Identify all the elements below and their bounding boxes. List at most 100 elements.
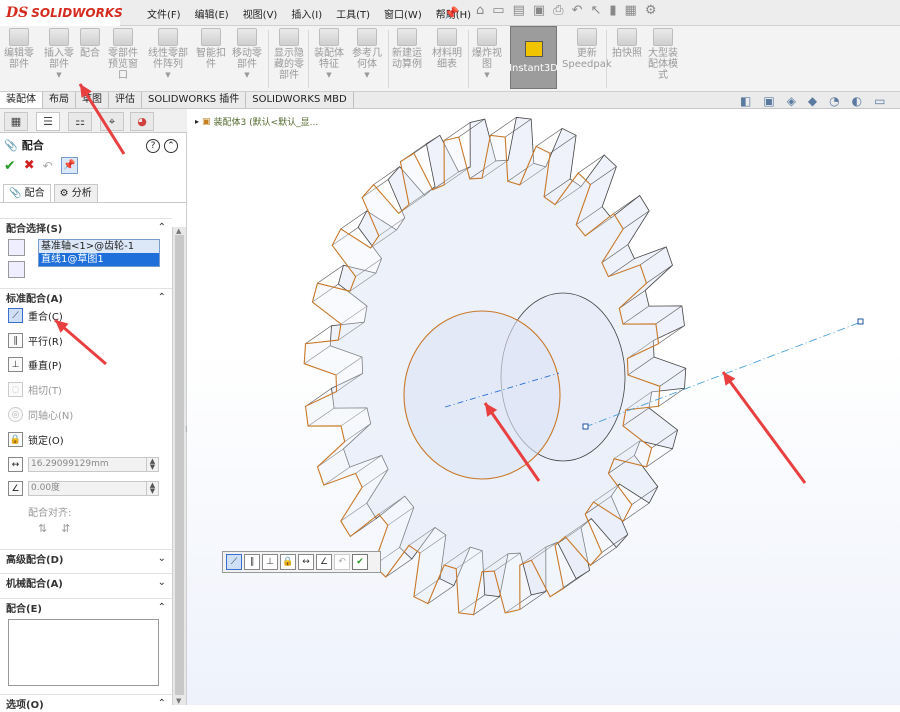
scroll-up-icon[interactable]: ▲ (176, 227, 181, 235)
mates-list-header[interactable]: 配合(E) ⌃ (0, 598, 172, 616)
menu-insert[interactable]: 插入(I) (284, 6, 329, 21)
tab-analysis[interactable]: ⚙ 分析 (53, 184, 98, 202)
feature-manager-tab[interactable]: ▦ (4, 112, 28, 131)
check-icon[interactable]: ✔ (352, 554, 368, 570)
lock-mate[interactable]: 🔒 锁定(O) (8, 432, 64, 447)
assembly-features-button[interactable]: 装配体 特征 ▼ (314, 28, 344, 81)
tab-addins[interactable]: SOLIDWORKS 插件 (142, 92, 247, 108)
menu-window[interactable]: 窗口(W) (377, 6, 429, 21)
mate-button[interactable]: 配合 (80, 28, 100, 59)
dropdown-arrow-icon[interactable]: ▼ (165, 70, 170, 81)
hide-show-icon[interactable]: ◆ (808, 94, 817, 108)
dropdown-arrow-icon[interactable]: ▼ (484, 70, 489, 81)
save-icon[interactable]: ▣ (533, 3, 545, 18)
appearance-icon[interactable]: ◔ (829, 94, 839, 108)
section-view-icon[interactable]: ▣ (763, 94, 774, 108)
take-snapshot-button[interactable]: 拍快照 (612, 28, 642, 59)
new-file-icon[interactable]: ▭ (492, 3, 504, 18)
mate-selections-header[interactable]: 配合选择(S) ⌃ (0, 218, 172, 236)
lock-icon[interactable]: 🔒 (280, 554, 296, 570)
aligned-icon[interactable]: ⇅ (38, 522, 47, 535)
undo-icon[interactable]: ↶ (572, 3, 583, 18)
tab-layout[interactable]: 布局 (43, 92, 76, 108)
tab-evaluate[interactable]: 评估 (109, 92, 142, 108)
spinner-arrows-icon[interactable]: ▲ ▼ (146, 482, 158, 495)
mates-list-box[interactable] (8, 619, 159, 686)
view-settings-icon[interactable]: ▭ (874, 94, 885, 108)
dropdown-arrow-icon[interactable]: ▼ (326, 70, 331, 81)
distance-icon[interactable]: ↔ (298, 554, 314, 570)
perpendicular-icon[interactable]: ⊥ (262, 554, 278, 570)
dropdown-arrow-icon[interactable]: ▼ (56, 70, 61, 81)
show-hidden-components-button[interactable]: 显示隐 藏的零 部件 (274, 28, 304, 81)
home-icon[interactable]: ⌂ (476, 3, 484, 18)
panel-scrollbar[interactable]: ▲ ▼ (172, 227, 186, 705)
view-orientation-icon[interactable]: ◧ (740, 94, 751, 108)
solidworks-logo[interactable]: DS SOLIDWORKS (0, 0, 123, 26)
angle-input[interactable]: 0.00度 ▲ ▼ (28, 481, 159, 496)
edit-component-button[interactable]: 编辑零 部件 (4, 28, 34, 70)
concentric-mate[interactable]: ◎ 同轴心(N) (8, 407, 73, 422)
reference-geometry-button[interactable]: 参考几 何体 ▼ (352, 28, 382, 81)
scene-icon[interactable]: ◐ (852, 94, 862, 108)
angle-icon[interactable]: ∠ (316, 554, 332, 570)
anti-aligned-icon[interactable]: ⇵ (61, 522, 70, 535)
angle-icon[interactable]: ∠ (8, 481, 23, 496)
coincident-mate[interactable]: ⟋ 重合(C) (8, 308, 63, 323)
distance-input[interactable]: 16.29099129mm ▲ ▼ (28, 457, 159, 472)
coincident-icon[interactable]: ⟋ (226, 554, 242, 570)
bill-of-materials-button[interactable]: 材料明 细表 (432, 28, 462, 70)
update-speedpak-button[interactable]: 更新 Speedpak (562, 28, 612, 70)
insert-component-button[interactable]: 插入零 部件 ▼ (44, 28, 74, 81)
parallel-icon[interactable]: ∥ (244, 554, 260, 570)
dropdown-arrow-icon[interactable]: ▼ (364, 70, 369, 81)
file-properties-icon[interactable]: ▦ (625, 3, 637, 18)
mate-selections-list[interactable]: 基准轴<1>@齿轮-1 直线1@草图1 (38, 239, 160, 267)
smart-fasteners-button[interactable]: 智能扣 件 (196, 28, 226, 70)
menu-tools[interactable]: 工具(T) (329, 6, 377, 21)
tangent-mate[interactable]: ◌ 相切(T) (8, 382, 62, 397)
dropdown-arrow-icon[interactable]: ▼ (244, 70, 249, 81)
rebuild-icon[interactable]: ▮ (609, 3, 616, 18)
dimxpert-tab[interactable]: ⌖ (100, 112, 124, 131)
selection-item[interactable]: 直线1@草图1 (39, 253, 159, 266)
perpendicular-mate[interactable]: ⊥ 垂直(P) (8, 357, 62, 372)
mechanical-mates-header[interactable]: 机械配合(A) ⌄ (0, 573, 172, 591)
tab-assembly[interactable]: 装配体 (0, 92, 43, 108)
spinner-arrows-icon[interactable]: ▲ ▼ (146, 458, 158, 471)
tab-mbd[interactable]: SOLIDWORKS MBD (246, 92, 354, 108)
instant3d-button[interactable]: Instant3D (509, 26, 558, 89)
linear-pattern-button[interactable]: 线性零部 件阵列 ▼ (148, 28, 188, 81)
tab-sketch[interactable]: 草图 (76, 92, 109, 108)
gear-model[interactable] (187, 109, 900, 705)
pushpin-icon[interactable]: 📌 (60, 157, 78, 174)
help-icon[interactable]: ? (146, 139, 160, 153)
menu-file[interactable]: 文件(F) (140, 6, 188, 21)
display-style-icon[interactable]: ◈ (787, 94, 796, 108)
multiple-mate-icon[interactable] (8, 261, 25, 278)
new-motion-study-button[interactable]: 新建运 动算例 (392, 28, 422, 70)
check-icon[interactable]: ✔ (4, 158, 16, 174)
menu-edit[interactable]: 编辑(E) (188, 6, 236, 21)
parallel-mate[interactable]: ∥ 平行(R) (8, 333, 63, 348)
scroll-down-icon[interactable]: ▼ (176, 697, 181, 705)
advanced-mates-header[interactable]: 高级配合(D) ⌄ (0, 549, 172, 567)
configuration-manager-tab[interactable]: ⚏ (68, 112, 92, 131)
undo-icon[interactable]: ↶ (43, 159, 53, 173)
tab-mates[interactable]: 📎 配合 (3, 184, 51, 202)
select-icon[interactable]: ↖ (590, 3, 601, 18)
graphics-area[interactable]: ▸ ▣ 装配体3 (默认<默认_显... ⟋ ∥ ⊥ 🔒 ↔ ∠ ↶ ✔ (187, 109, 900, 705)
property-manager-tab[interactable]: ☰ (36, 112, 60, 131)
pushpin-icon[interactable]: 📌 (444, 6, 459, 20)
move-component-button[interactable]: 移动零 部件 ▼ (232, 28, 262, 81)
exploded-view-button[interactable]: 爆炸视 图 ▼ (472, 28, 502, 81)
large-assembly-mode-button[interactable]: 大型装 配体模 式 (648, 28, 678, 81)
undo-icon[interactable]: ↶ (334, 554, 350, 570)
open-file-icon[interactable]: ▤ (513, 3, 525, 18)
close-icon[interactable]: ✖ (24, 158, 35, 173)
collapse-icon[interactable]: ⌃ (164, 139, 178, 153)
standard-mates-header[interactable]: 标准配合(A) ⌃ (0, 288, 172, 306)
scrollbar-thumb[interactable] (175, 235, 184, 695)
print-icon[interactable]: ⎙ (553, 3, 563, 18)
distance-icon[interactable]: ↔ (8, 457, 23, 472)
